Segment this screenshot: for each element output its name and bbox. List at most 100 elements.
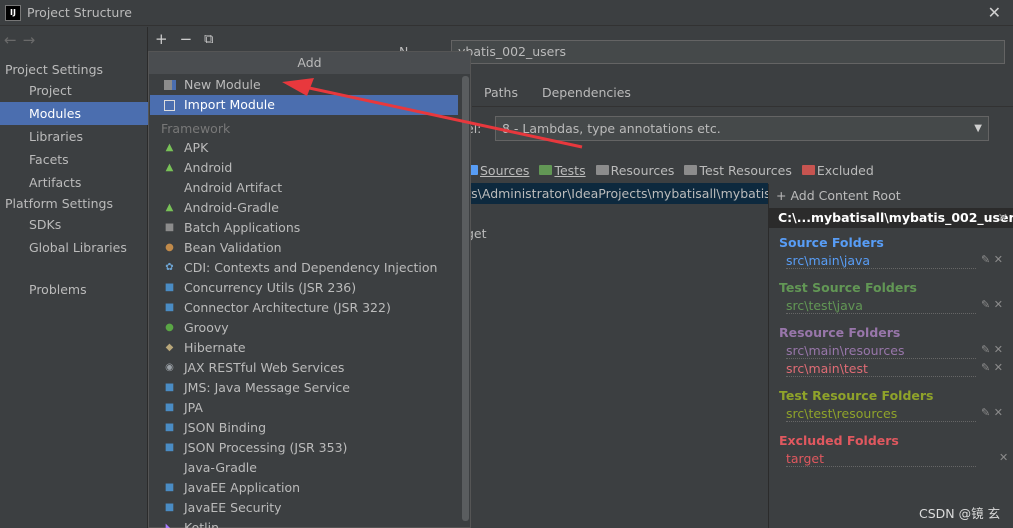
forward-arrow-icon[interactable]: →	[23, 31, 42, 49]
javaee-icon: ■	[164, 442, 175, 453]
tab-dependencies[interactable]: Dependencies	[530, 80, 643, 106]
remove-root-icon[interactable]: ✕	[998, 208, 1008, 228]
folder-icon: ■	[164, 222, 175, 233]
module-name-input[interactable]: ybatis_002_users	[451, 40, 1005, 64]
folder-entry[interactable]: src\main\java	[786, 253, 976, 269]
edit-remove-icons[interactable]: ✎ ✕	[981, 298, 1003, 311]
sidebar-item-facets[interactable]: Facets	[0, 148, 148, 171]
edit-remove-icons[interactable]: ✎ ✕	[981, 343, 1003, 356]
menu-item-javaee-security[interactable]: ■ JavaEE Security	[150, 498, 458, 518]
menu-item-android[interactable]: ▲ Android	[150, 158, 458, 178]
close-icon[interactable]: ✕	[988, 3, 1001, 22]
popup-title: Add	[149, 52, 470, 74]
sidebar-item-problems[interactable]: Problems	[0, 278, 148, 301]
sidebar-item-global-libraries[interactable]: Global Libraries	[0, 236, 148, 259]
window-title: Project Structure	[27, 5, 132, 20]
add-icon[interactable]: +	[155, 30, 168, 48]
mark-resources-button[interactable]: Resources	[595, 163, 674, 178]
menu-item-json-binding[interactable]: ■ JSON Binding	[150, 418, 458, 438]
excluded-folders-title: Excluded Folders	[779, 433, 899, 448]
menu-item-new-module[interactable]: New Module	[150, 75, 458, 95]
menu-item-hibernate[interactable]: ◆ Hibernate	[150, 338, 458, 358]
sidebar-item-modules[interactable]: Modules	[0, 102, 148, 125]
copy-icon[interactable]: ⧉	[204, 32, 213, 47]
menu-item-jax-rs[interactable]: ◉ JAX RESTful Web Services	[150, 358, 458, 378]
menu-item-bean-validation[interactable]: ● Bean Validation	[150, 238, 458, 258]
menu-item-cdi[interactable]: ✿ CDI: Contexts and Dependency Injection	[150, 258, 458, 278]
menu-item-android-artifact[interactable]: Android Artifact	[150, 178, 458, 198]
menu-item-jms[interactable]: ■ JMS: Java Message Service	[150, 378, 458, 398]
javaee-icon: ■	[164, 502, 175, 513]
cdi-icon: ✿	[165, 262, 174, 273]
edit-remove-icons[interactable]: ✎ ✕	[981, 361, 1003, 374]
android-icon: ▲	[165, 202, 174, 213]
content-root-path-row[interactable]: rs\Administrator\IdeaProjects\mybatisall…	[466, 183, 768, 204]
javaee-icon: ■	[164, 482, 175, 493]
language-level-select[interactable]: 8 - Lambdas, type annotations etc. ▼	[495, 116, 989, 141]
module-toolbar: + − ⧉	[149, 27, 389, 51]
tab-paths[interactable]: Paths	[472, 80, 530, 106]
menu-item-android-gradle[interactable]: ▲ Android-Gradle	[150, 198, 458, 218]
resource-folders-title: Resource Folders	[779, 325, 901, 340]
menu-item-connector-architecture[interactable]: ■ Connector Architecture (JSR 322)	[150, 298, 458, 318]
kotlin-icon: ◣	[165, 522, 174, 528]
title-bar: IJ Project Structure ✕	[0, 0, 1013, 26]
menu-item-groovy[interactable]: ● Groovy	[150, 318, 458, 338]
sidebar-item-libraries[interactable]: Libraries	[0, 125, 148, 148]
globe-icon: ◉	[165, 362, 174, 373]
menu-item-batch-applications[interactable]: ■ Batch Applications	[150, 218, 458, 238]
resources-folder-icon	[595, 165, 609, 175]
edit-remove-icons[interactable]: ✎ ✕	[981, 253, 1003, 266]
menu-item-import-module[interactable]: Import Module	[150, 95, 458, 115]
import-icon	[163, 99, 176, 111]
hibernate-icon: ◆	[165, 342, 174, 353]
menu-item-jpa[interactable]: ■ JPA	[150, 398, 458, 418]
mark-excluded-button[interactable]: Excluded	[801, 163, 874, 178]
javaee-icon: ■	[164, 402, 175, 413]
section-platform-settings: Platform Settings	[5, 196, 113, 211]
menu-item-kotlin[interactable]: ◣ Kotlin	[150, 518, 458, 528]
mark-test-resources-button[interactable]: Test Resources	[684, 163, 792, 178]
sidebar-item-project[interactable]: Project	[0, 79, 148, 102]
content-root-header: C:\...mybatisall\mybatis_002_users ✕	[769, 208, 1013, 228]
menu-item-java-gradle[interactable]: Java-Gradle	[150, 458, 458, 478]
framework-section-label: Framework	[161, 121, 231, 136]
edit-remove-icons[interactable]: ✎ ✕	[981, 406, 1003, 419]
source-folders-title: Source Folders	[779, 235, 884, 250]
javaee-icon: ■	[164, 422, 175, 433]
module-tabs: Paths Dependencies	[472, 80, 643, 106]
popup-scrollbar[interactable]	[462, 76, 469, 521]
remove-icon[interactable]: ✕	[999, 451, 1008, 464]
sources-folder-icon	[470, 165, 478, 175]
section-project-settings: Project Settings	[5, 62, 104, 77]
add-content-root-button[interactable]: + Add Content Root	[776, 188, 901, 203]
menu-item-apk[interactable]: ▲ APK	[150, 138, 458, 158]
test-resources-folder-icon	[684, 165, 698, 175]
menu-item-json-processing[interactable]: ■ JSON Processing (JSR 353)	[150, 438, 458, 458]
nav-arrows: ←→	[4, 31, 41, 49]
remove-icon[interactable]: −	[180, 30, 193, 48]
menu-item-concurrency-utils[interactable]: ■ Concurrency Utils (JSR 236)	[150, 278, 458, 298]
add-popup-menu: Add New Module Import Module Framework ▲…	[148, 51, 471, 528]
folder-entry[interactable]: src\test\java	[786, 298, 976, 314]
folder-entry[interactable]: src\main\resources	[786, 343, 976, 359]
sidebar-item-sdks[interactable]: SDKs	[0, 213, 148, 236]
tests-folder-icon	[539, 165, 553, 175]
android-icon: ▲	[165, 162, 174, 173]
sidebar-item-artifacts[interactable]: Artifacts	[0, 171, 148, 194]
test-resource-folders-title: Test Resource Folders	[779, 388, 934, 403]
back-arrow-icon[interactable]: ←	[4, 31, 23, 49]
groovy-icon: ●	[165, 322, 174, 333]
mark-as-bar: Sources Tests Resources Test Resources E…	[470, 160, 880, 180]
mark-sources-button[interactable]: Sources	[470, 163, 529, 178]
mark-tests-button[interactable]: Tests	[539, 163, 586, 178]
folder-entry[interactable]: target	[786, 451, 976, 467]
android-icon: ▲	[165, 142, 174, 153]
menu-item-javaee-application[interactable]: ■ JavaEE Application	[150, 478, 458, 498]
folder-entry[interactable]: src\test\resources	[786, 406, 976, 422]
watermark-text: CSDN @镜 玄	[919, 506, 1001, 521]
tabs-divider	[472, 106, 1013, 107]
chevron-down-icon: ▼	[974, 123, 982, 134]
folder-entry[interactable]: src\main\test	[786, 361, 976, 377]
intellij-logo-icon: IJ	[5, 4, 21, 21]
